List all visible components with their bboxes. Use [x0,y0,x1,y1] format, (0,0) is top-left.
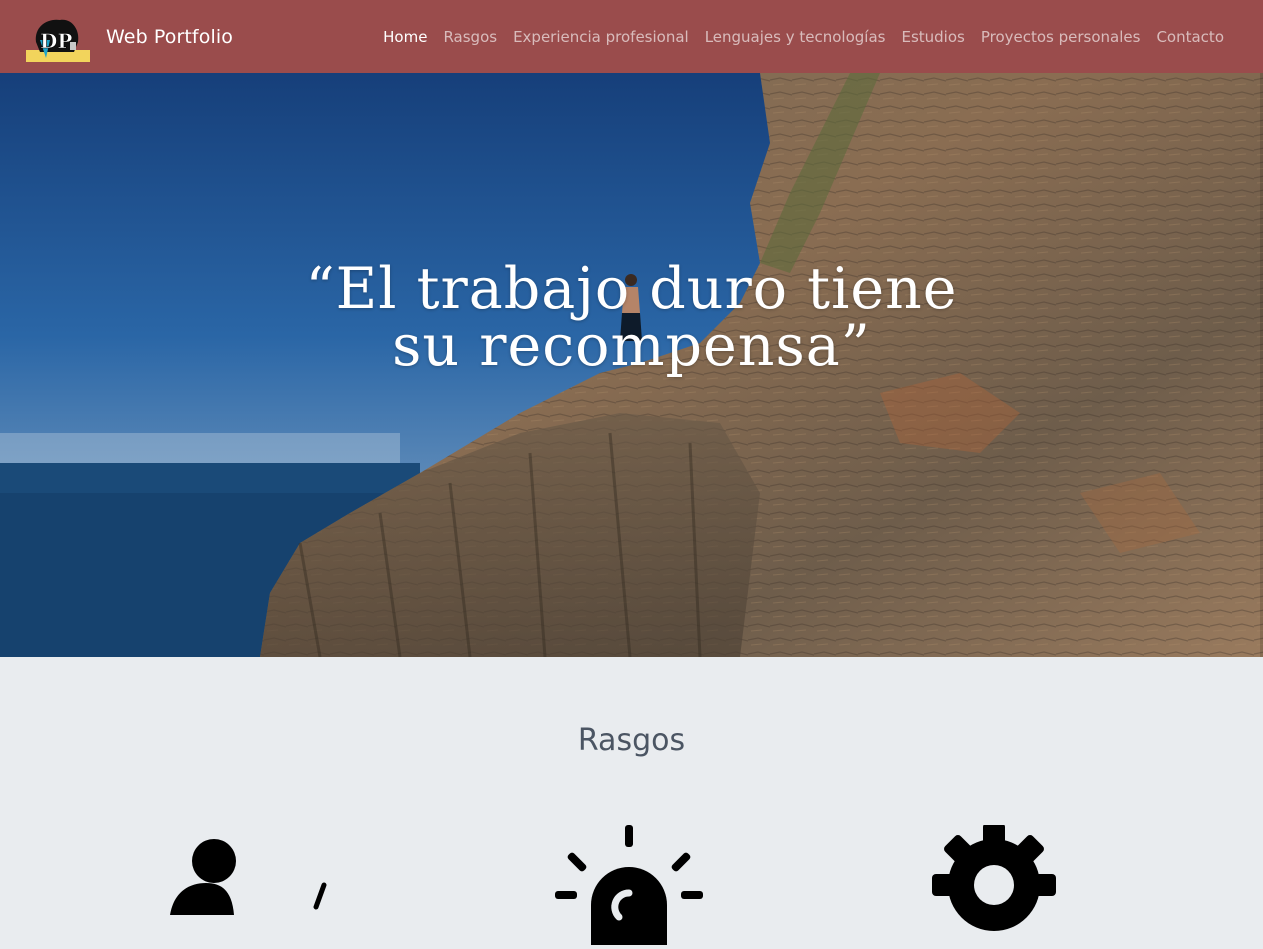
nav-link-lenguajes[interactable]: Lenguajes y tecnologías [705,28,886,46]
hero-section: “El trabajo duro tiene su recompensa” [0,73,1263,657]
nav-menu: Home Rasgos Experiencia profesional Leng… [383,0,1224,73]
gear-icon [894,823,1094,945]
nav-link-rasgos[interactable]: Rasgos [443,28,497,46]
hero-quote-line1: “El trabajo duro tiene [305,256,958,322]
rasgos-section: Rasgos [0,657,1263,945]
section-title: Rasgos [577,723,686,758]
brand-link[interactable]: DP Web Portfolio [26,0,233,73]
person-running-icon [160,825,360,945]
svg-text:DP: DP [40,29,72,53]
nav-link-contacto[interactable]: Contacto [1156,28,1224,46]
nav-link-estudios[interactable]: Estudios [901,28,964,46]
sun-rising-icon [529,825,729,945]
hero-quote-line2: su recompensa” [392,313,871,379]
nav-link-home[interactable]: Home [383,28,427,46]
logo-icon: DP [26,12,90,62]
nav-link-proyectos[interactable]: Proyectos personales [981,28,1141,46]
nav-link-experiencia[interactable]: Experiencia profesional [513,28,689,46]
hero-quote: “El trabajo duro tiene su recompensa” [0,261,1263,375]
brand-title: Web Portfolio [106,25,233,48]
navbar: DP Web Portfolio Home Rasgos Experiencia… [0,0,1263,73]
